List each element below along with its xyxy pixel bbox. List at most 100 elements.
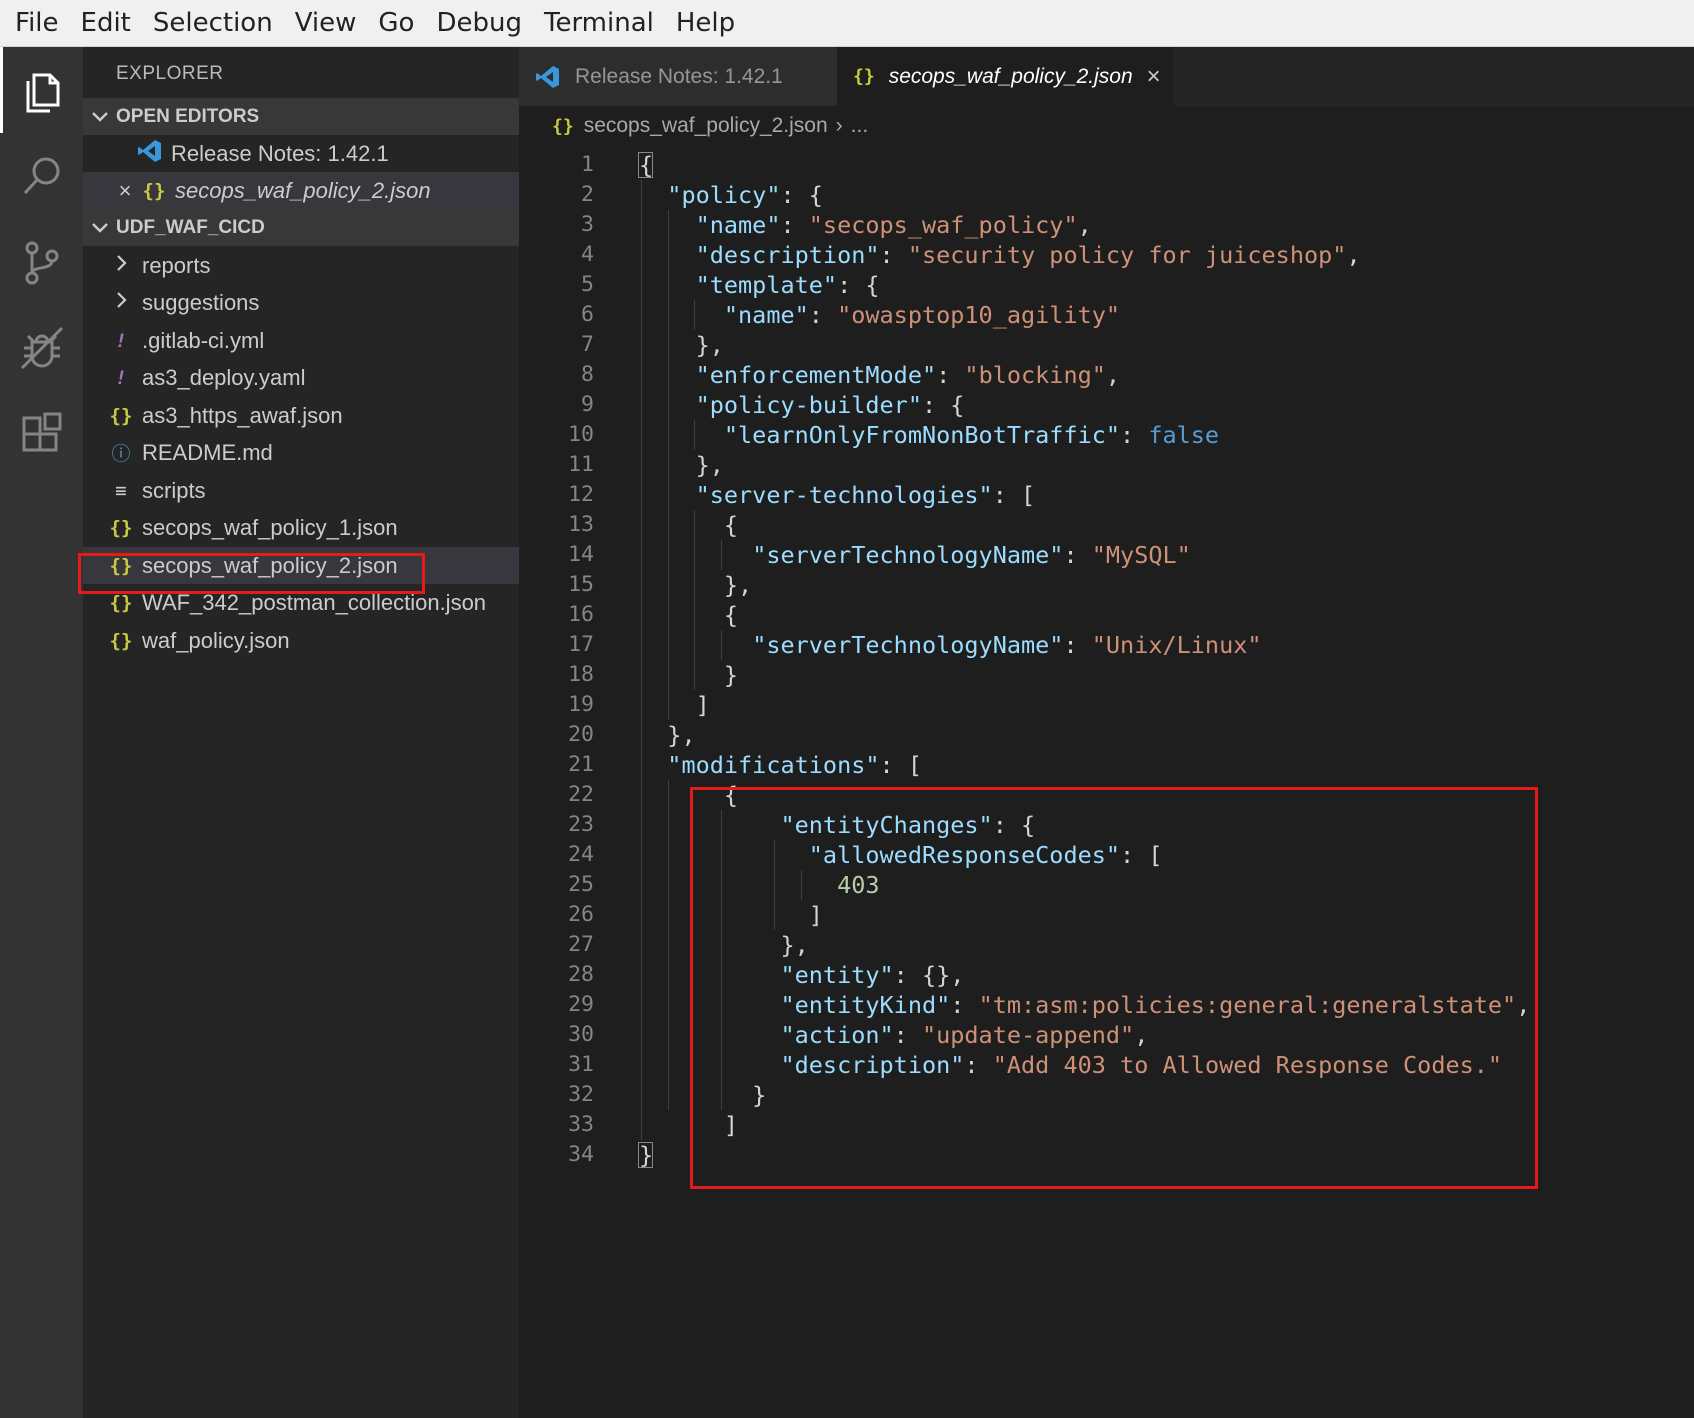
yaml-icon: !	[115, 366, 127, 389]
bracket-match-highlight	[638, 152, 654, 178]
json-icon: {}	[142, 179, 166, 202]
line-number: 13	[568, 512, 594, 537]
tab-release-notes[interactable]: Release Notes: 1.42.1	[519, 47, 837, 106]
folder-reports[interactable]: reports	[83, 247, 519, 284]
folder-suggestions[interactable]: suggestions	[83, 284, 519, 321]
file-waf-policy[interactable]: {} waf_policy.json	[83, 622, 519, 659]
line-number: 10	[568, 422, 594, 447]
explorer-sidebar: EXPLORER OPEN EDITORS Release Notes: 1.4…	[78, 47, 519, 1418]
code-line: 403	[837, 871, 880, 899]
menu-item-selection[interactable]: Selection	[142, 0, 284, 47]
line-number: 1	[581, 152, 594, 177]
extensions-icon[interactable]	[0, 391, 83, 477]
close-icon[interactable]: ×	[1147, 63, 1161, 91]
line-number: 17	[568, 632, 594, 657]
indent-guide	[667, 210, 669, 720]
breadcrumb-more[interactable]: ...	[851, 114, 869, 138]
code-line: "action": "update-append",	[780, 1021, 1149, 1049]
line-number: 11	[568, 452, 594, 477]
menu-item-debug[interactable]: Debug	[425, 0, 533, 47]
open-editor-secops-policy-2[interactable]: × {} secops_waf_policy_2.json	[83, 172, 519, 209]
code-editor[interactable]: 1 2 3 4 5 6 7 8 9 10 11 12 13 14 15 16 17 18 19 20 21 22 23 24 2…	[519, 146, 1694, 1418]
text-file-icon: ≡	[115, 479, 127, 502]
chevron-right-icon	[106, 291, 136, 314]
line-number: 5	[581, 272, 594, 297]
file-scripts[interactable]: ≡ scripts	[83, 472, 519, 509]
breadcrumb-file[interactable]: secops_waf_policy_2.json	[584, 114, 828, 138]
menu-item-view[interactable]: View	[284, 0, 368, 47]
line-number: 23	[568, 812, 594, 837]
code-line: },	[639, 331, 724, 359]
code-line: {	[639, 781, 739, 809]
breadcrumb: {} secops_waf_policy_2.json › ...	[519, 106, 1694, 146]
info-icon: ⓘ	[111, 443, 131, 465]
indent-guide	[800, 870, 802, 900]
line-number: 15	[568, 572, 594, 597]
indent-guide	[720, 810, 722, 1110]
line-number: 14	[568, 542, 594, 567]
indent-guide	[720, 540, 722, 570]
code-line: "server-technologies": [	[695, 481, 1036, 509]
line-number: 30	[568, 1022, 594, 1047]
file-secops-policy-1[interactable]: {} secops_waf_policy_1.json	[83, 509, 519, 546]
vscode-icon	[135, 138, 165, 169]
indent-guide	[774, 840, 775, 930]
line-number: 16	[568, 602, 594, 627]
code-line: ]	[639, 1111, 739, 1139]
code-line: {	[639, 601, 739, 629]
file-gitlab-ci[interactable]: ! .gitlab-ci.yml	[83, 322, 519, 359]
menu-item-file[interactable]: File	[4, 0, 70, 47]
code-line: "name": "secops_waf_policy",	[695, 211, 1092, 239]
close-icon[interactable]: ×	[115, 178, 135, 204]
file-waf-postman[interactable]: {} WAF_342_postman_collection.json	[83, 584, 519, 621]
explorer-title: EXPLORER	[116, 63, 224, 84]
line-number: 7	[581, 332, 594, 357]
debug-icon[interactable]	[0, 305, 83, 391]
file-readme[interactable]: ⓘ README.md	[83, 434, 519, 471]
chevron-down-icon	[83, 111, 116, 123]
file-secops-policy-2[interactable]: {} secops_waf_policy_2.json	[83, 547, 519, 584]
json-icon: {}	[109, 554, 133, 577]
indent-guide	[694, 300, 696, 330]
file-as3-https-awaf[interactable]: {} as3_https_awaf.json	[83, 397, 519, 434]
line-number: 25	[568, 872, 594, 897]
json-icon: {}	[109, 516, 133, 539]
file-as3-deploy[interactable]: ! as3_deploy.yaml	[83, 359, 519, 396]
line-number: 33	[568, 1112, 594, 1137]
source-control-icon[interactable]	[0, 219, 83, 305]
menu-item-edit[interactable]: Edit	[70, 0, 142, 47]
open-editors-header[interactable]: OPEN EDITORS	[83, 98, 519, 135]
code-line: },	[639, 451, 724, 479]
line-number: 12	[568, 482, 594, 507]
line-number: 22	[568, 782, 594, 807]
code-line: "policy": {	[667, 181, 823, 209]
menu-item-go[interactable]: Go	[367, 0, 425, 47]
line-number: 32	[568, 1082, 594, 1107]
line-number: 9	[581, 392, 594, 417]
code-line: },	[639, 571, 753, 599]
tab-secops-policy-2[interactable]: {} secops_waf_policy_2.json ×	[837, 47, 1174, 106]
code-line: "enforcementMode": "blocking",	[695, 361, 1121, 389]
line-number: 27	[568, 932, 594, 957]
indent-guide	[694, 510, 696, 690]
code-line: {	[639, 511, 739, 539]
code-line: ]	[639, 901, 823, 929]
menu-bar: File Edit Selection View Go Debug Terminal Help	[0, 0, 1694, 47]
indent-guide	[667, 780, 669, 1110]
line-number: 19	[568, 692, 594, 717]
project-header[interactable]: UDF_WAF_CICD	[83, 209, 519, 246]
indent-guide	[720, 630, 722, 660]
json-icon: {}	[853, 66, 875, 87]
code-line: "allowedResponseCodes": [	[808, 841, 1163, 869]
menu-item-help[interactable]: Help	[665, 0, 746, 47]
files-icon[interactable]	[0, 47, 83, 133]
chevron-down-icon	[83, 222, 116, 234]
menu-item-terminal[interactable]: Terminal	[533, 0, 665, 47]
search-icon[interactable]	[0, 133, 83, 219]
code-line: }	[639, 1081, 767, 1109]
code-line: "template": {	[695, 271, 880, 299]
open-editor-release-notes[interactable]: Release Notes: 1.42.1	[83, 135, 519, 172]
yaml-icon: !	[115, 329, 127, 352]
bracket-match-highlight	[638, 1142, 654, 1168]
indent-guide	[694, 420, 696, 450]
